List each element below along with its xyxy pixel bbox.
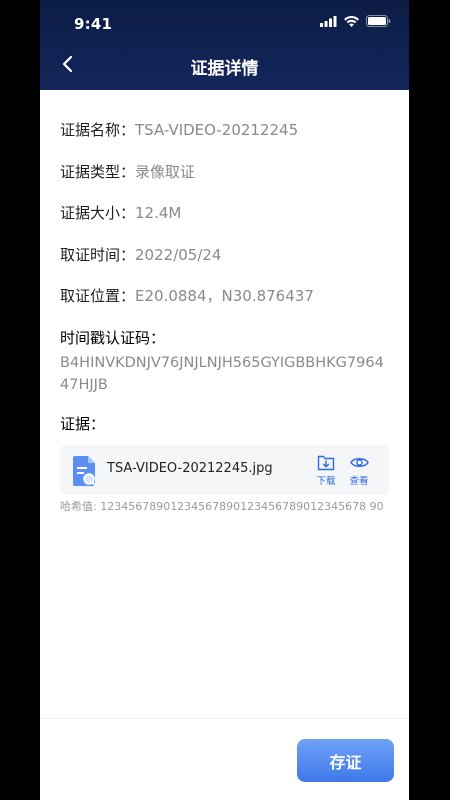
detail-row-location: 取证位置：E20.0884，N30.876437 [60, 286, 314, 306]
image-file-icon [73, 456, 97, 487]
size-value: 12.4M [135, 204, 182, 222]
name-label: 证据名称： [60, 121, 136, 139]
hash-value: 哈希值: 12345678901234567890123456789012345… [60, 500, 384, 513]
time-value: 2022/05/24 [135, 246, 222, 264]
type-label: 证据类型： [60, 163, 136, 181]
location-label: 取证位置： [60, 287, 136, 305]
download-icon [317, 455, 335, 471]
footer-divider [40, 718, 409, 719]
save-evidence-button[interactable]: 存证 [297, 739, 394, 782]
page-title: 证据详情 [190, 59, 259, 79]
file-name: TSA-VIDEO-20212245.jpg [107, 461, 273, 476]
download-button[interactable]: 下载 [313, 454, 339, 487]
download-label: 下载 [316, 476, 336, 487]
name-value: TSA-VIDEO-20212245 [135, 121, 299, 139]
view-label: 查看 [349, 476, 369, 487]
status-time: 9:41 [74, 15, 113, 33]
type-value: 录像取证 [135, 163, 196, 181]
status-icons [320, 15, 391, 27]
location-value: E20.0884，N30.876437 [135, 287, 314, 305]
eye-icon [349, 458, 369, 467]
phone-screen: 9:41 证据详情 证据名称：TSA-VIDEO-20212245 证据类型：录… [40, 0, 409, 800]
token-value: B4HINVKDNJV76JNJLNJH565GYIGBBHKG796447HJ… [60, 355, 384, 393]
detail-row-name: 证据名称：TSA-VIDEO-20212245 [60, 120, 298, 140]
header-bar: 9:41 证据详情 [40, 0, 409, 90]
token-label: 时间戳认证码： [60, 329, 166, 347]
detail-row-type: 证据类型：录像取证 [60, 162, 195, 182]
time-label: 取证时间： [60, 246, 136, 264]
detail-row-time: 取证时间：2022/05/24 [60, 245, 221, 265]
evidence-file-card[interactable]: TSA-VIDEO-20212245.jpg 下载 查看 [60, 445, 389, 495]
view-button[interactable]: 查看 [346, 454, 372, 487]
size-label: 证据大小： [60, 204, 136, 222]
battery-icon [366, 15, 391, 27]
evidence-label: 证据： [60, 415, 106, 433]
signal-icon [320, 15, 337, 27]
detail-row-size: 证据大小：12.4M [60, 203, 181, 223]
wifi-icon [344, 15, 359, 27]
